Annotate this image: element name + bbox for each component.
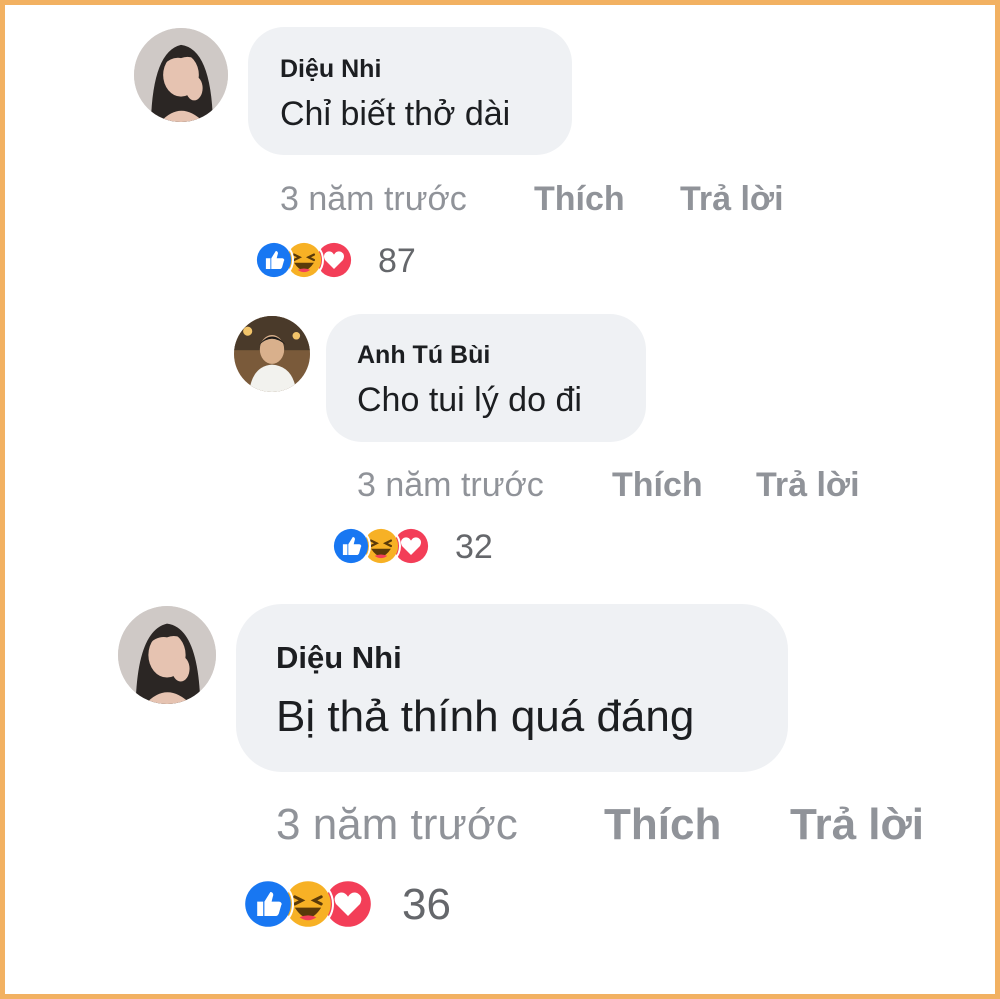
like-button[interactable]: Thích	[604, 800, 721, 850]
reply-button[interactable]: Trả lời	[790, 800, 924, 850]
like-icon	[242, 878, 294, 930]
avatar-photo	[118, 606, 216, 704]
like-icon	[331, 526, 371, 566]
comment-text: Chỉ biết thở dài	[280, 95, 511, 133]
like-icon	[254, 240, 294, 280]
reaction-summary[interactable]	[242, 878, 382, 930]
like-button[interactable]: Thích	[534, 180, 625, 219]
comment-bubble	[236, 604, 788, 772]
comment-author[interactable]: Anh Tú Bùi	[357, 341, 490, 370]
comment-text: Cho tui lý do đi	[357, 381, 582, 419]
comment-time: 3 năm trước	[357, 466, 544, 504]
avatar[interactable]	[234, 316, 310, 392]
avatar[interactable]	[134, 28, 228, 122]
comment-author[interactable]: Diệu Nhi	[280, 55, 381, 84]
reply-button[interactable]: Trả lời	[680, 180, 784, 219]
avatar-photo	[134, 28, 228, 122]
comment-text: Bị thả thính quá đáng	[276, 692, 695, 741]
reaction-count[interactable]: 87	[378, 242, 416, 281]
comment-time: 3 năm trước	[276, 800, 518, 849]
comment-bubble	[248, 27, 572, 155]
reaction-summary[interactable]	[254, 240, 364, 280]
avatar[interactable]	[118, 606, 216, 704]
comment-time: 3 năm trước	[280, 180, 467, 218]
comment-bubble	[326, 314, 646, 442]
reaction-count[interactable]: 36	[402, 880, 451, 930]
reaction-count[interactable]: 32	[455, 528, 493, 567]
reply-button[interactable]: Trả lời	[756, 466, 860, 505]
reaction-summary[interactable]	[331, 526, 441, 566]
like-button[interactable]: Thích	[612, 466, 703, 505]
comment-author[interactable]: Diệu Nhi	[276, 640, 402, 676]
avatar-photo	[234, 316, 310, 392]
